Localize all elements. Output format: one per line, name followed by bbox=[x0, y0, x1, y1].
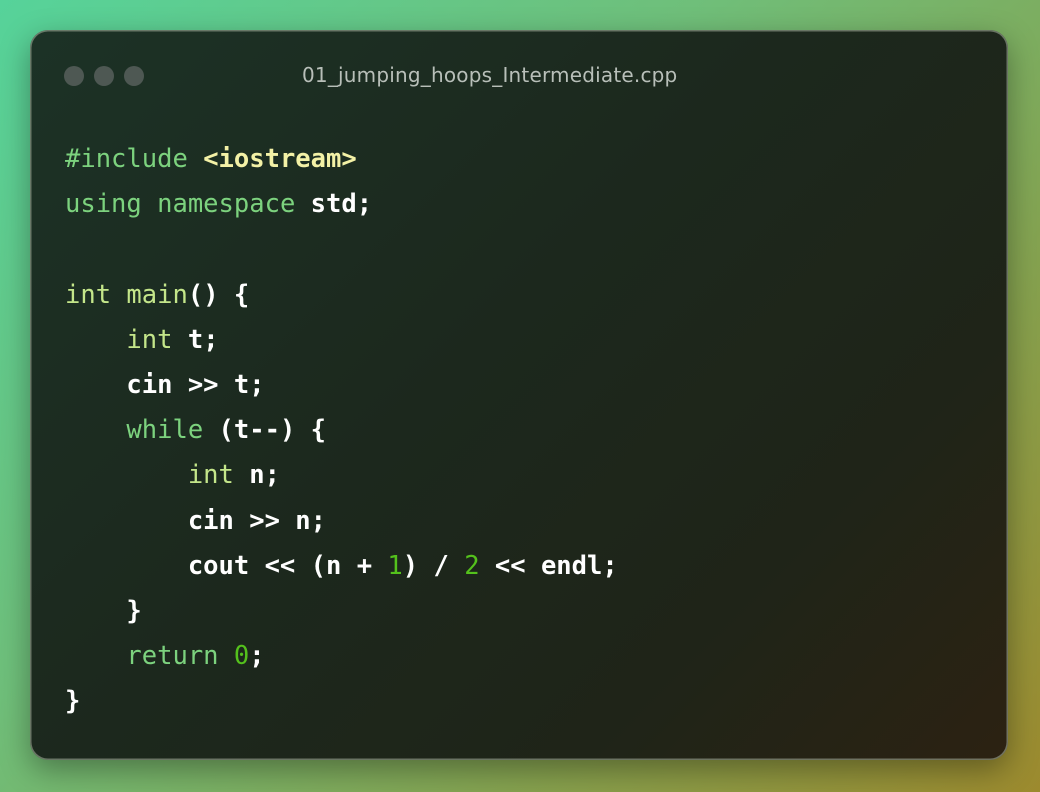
code-text: ; bbox=[249, 641, 265, 672]
window-controls bbox=[64, 66, 144, 86]
code-text: cin >> t; bbox=[65, 369, 265, 400]
code-line: #include <iostream> bbox=[65, 137, 618, 182]
code-text: () { bbox=[187, 279, 250, 310]
keyword-token: while bbox=[126, 415, 204, 446]
code-text: cout << (n + bbox=[65, 550, 388, 581]
code-line: int t; bbox=[65, 318, 618, 363]
code-line: cout << (n + 1) / 2 << endl; bbox=[65, 544, 618, 589]
type-token: int bbox=[187, 460, 234, 491]
code-text: t; bbox=[172, 324, 219, 355]
keyword-token: namespace bbox=[157, 189, 296, 220]
minimize-button[interactable] bbox=[94, 66, 114, 86]
type-token: int bbox=[126, 324, 173, 355]
close-button[interactable] bbox=[64, 66, 84, 86]
preprocessor-token: #include bbox=[65, 144, 188, 174]
number-literal: 0 bbox=[233, 641, 250, 672]
keyword-token: return bbox=[126, 641, 219, 672]
code-window: 01_jumping_hoops_Intermediate.cpp #inclu… bbox=[30, 30, 1008, 760]
string-token: <iostream> bbox=[203, 144, 357, 174]
code-text: } bbox=[65, 595, 142, 626]
code-block: #include <iostream> using namespace std; … bbox=[65, 137, 618, 724]
code-line: using namespace std; bbox=[65, 182, 618, 227]
code-text: n; bbox=[233, 460, 280, 491]
code-line: } bbox=[65, 679, 618, 724]
keyword-token: using bbox=[65, 189, 142, 220]
function-name-token: main bbox=[126, 279, 188, 310]
code-text: (t--) { bbox=[203, 415, 327, 446]
type-token: int bbox=[65, 279, 112, 310]
code-line: while (t--) { bbox=[65, 408, 618, 453]
zoom-button[interactable] bbox=[124, 66, 144, 86]
code-text: std; bbox=[295, 189, 373, 220]
number-literal: 1 bbox=[387, 550, 403, 581]
code-line: } bbox=[65, 589, 618, 634]
code-text: cin >> n; bbox=[65, 505, 326, 536]
code-text: } bbox=[65, 686, 81, 717]
number-literal: 2 bbox=[464, 550, 480, 581]
code-line: cin >> n; bbox=[65, 499, 618, 544]
code-line: int n; bbox=[65, 453, 618, 498]
code-text: ) / bbox=[402, 550, 465, 581]
code-line: cin >> t; bbox=[65, 363, 618, 408]
code-line: int main() { bbox=[65, 273, 618, 318]
file-name-title: 01_jumping_hoops_Intermediate.cpp bbox=[302, 63, 678, 87]
code-text: << endl; bbox=[479, 550, 618, 581]
code-line: return 0; bbox=[65, 634, 618, 679]
title-bar: 01_jumping_hoops_Intermediate.cpp bbox=[30, 30, 1008, 120]
